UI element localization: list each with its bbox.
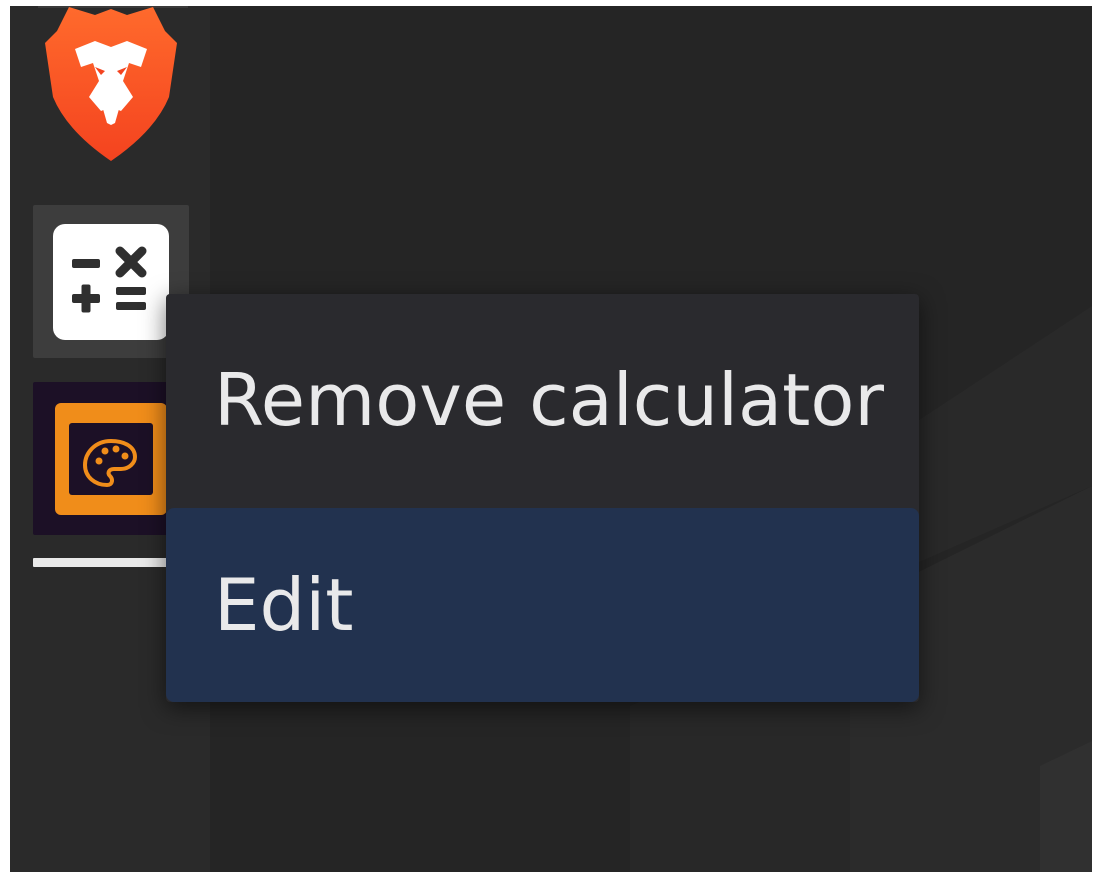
dock-running-indicator	[33, 558, 173, 567]
context-menu: Remove calculator Edit	[166, 294, 919, 702]
menu-item-label: Edit	[214, 563, 354, 647]
calculator-icon	[53, 223, 169, 340]
paint-palette-icon	[55, 402, 167, 515]
brave-lion-icon	[45, 6, 177, 165]
dock-item-browser[interactable]	[33, 6, 189, 161]
desktop: Remove calculator Edit	[10, 6, 1092, 872]
menu-item-label: Remove calculator	[214, 358, 885, 442]
menu-item-remove-calculator[interactable]: Remove calculator	[166, 294, 919, 506]
menu-item-edit[interactable]: Edit	[166, 508, 919, 702]
